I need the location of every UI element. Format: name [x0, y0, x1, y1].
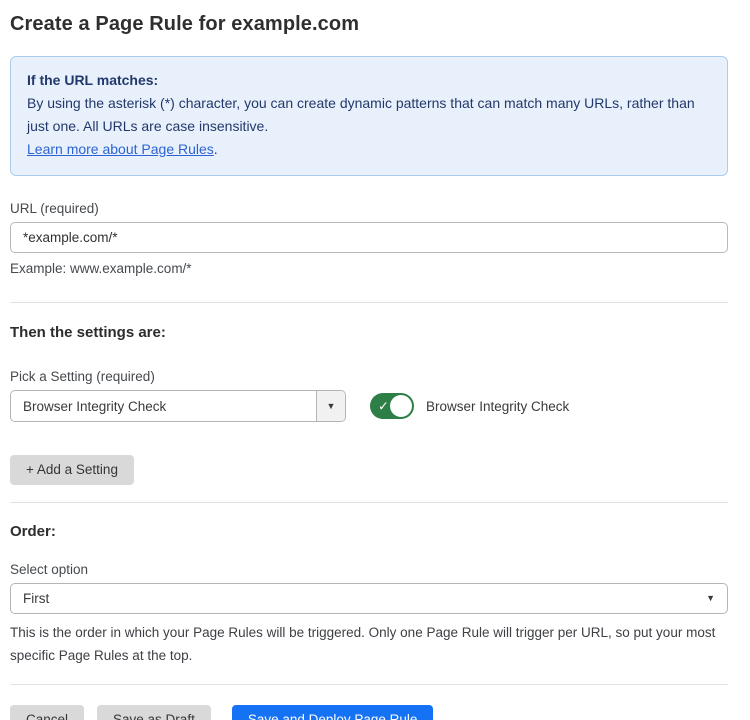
save-draft-button[interactable]: Save as Draft — [97, 705, 211, 720]
page-title: Create a Page Rule for example.com — [10, 13, 728, 36]
page-rule-form: Create a Page Rule for example.com If th… — [0, 0, 750, 720]
info-box-heading: If the URL matches: — [27, 72, 158, 88]
info-link-line: Learn more about Page Rules. — [27, 138, 711, 161]
toggle-label: Browser Integrity Check — [426, 399, 569, 414]
order-section-heading: Order: — [10, 523, 728, 540]
caret-down-icon: ▼ — [327, 402, 336, 411]
form-actions: Cancel Save as Draft Save and Deploy Pag… — [10, 705, 728, 720]
order-select-label: Select option — [10, 562, 728, 577]
caret-down-icon: ▼ — [706, 594, 715, 603]
url-example-text: Example: www.example.com/* — [10, 261, 728, 276]
setting-select-value: Browser Integrity Check — [11, 399, 316, 414]
setting-row: Browser Integrity Check ▼ ✓ Browser Inte… — [10, 390, 728, 422]
url-field-label: URL (required) — [10, 201, 728, 216]
order-select-value: First — [11, 591, 706, 606]
toggle-knob — [390, 395, 412, 417]
browser-integrity-toggle[interactable]: ✓ — [370, 393, 414, 419]
settings-section-heading: Then the settings are: — [10, 324, 728, 341]
section-divider — [10, 684, 728, 685]
check-icon: ✓ — [378, 400, 389, 413]
setting-select[interactable]: Browser Integrity Check ▼ — [10, 390, 346, 422]
info-box-body: By using the asterisk (*) character, you… — [27, 92, 711, 138]
cancel-button[interactable]: Cancel — [10, 705, 84, 720]
url-matches-info-box: If the URL matches: By using the asteris… — [10, 56, 728, 176]
section-divider — [10, 302, 728, 303]
url-input[interactable] — [10, 222, 728, 253]
add-setting-button[interactable]: + Add a Setting — [10, 455, 134, 485]
setting-select-caret-button[interactable]: ▼ — [316, 391, 345, 421]
order-help-text: This is the order in which your Page Rul… — [10, 621, 728, 667]
order-select[interactable]: First ▼ — [10, 583, 728, 614]
link-suffix: . — [214, 141, 218, 157]
section-divider — [10, 502, 728, 503]
save-deploy-button[interactable]: Save and Deploy Page Rule — [232, 705, 434, 720]
learn-more-link[interactable]: Learn more about Page Rules — [27, 141, 214, 157]
pick-setting-label: Pick a Setting (required) — [10, 369, 728, 384]
